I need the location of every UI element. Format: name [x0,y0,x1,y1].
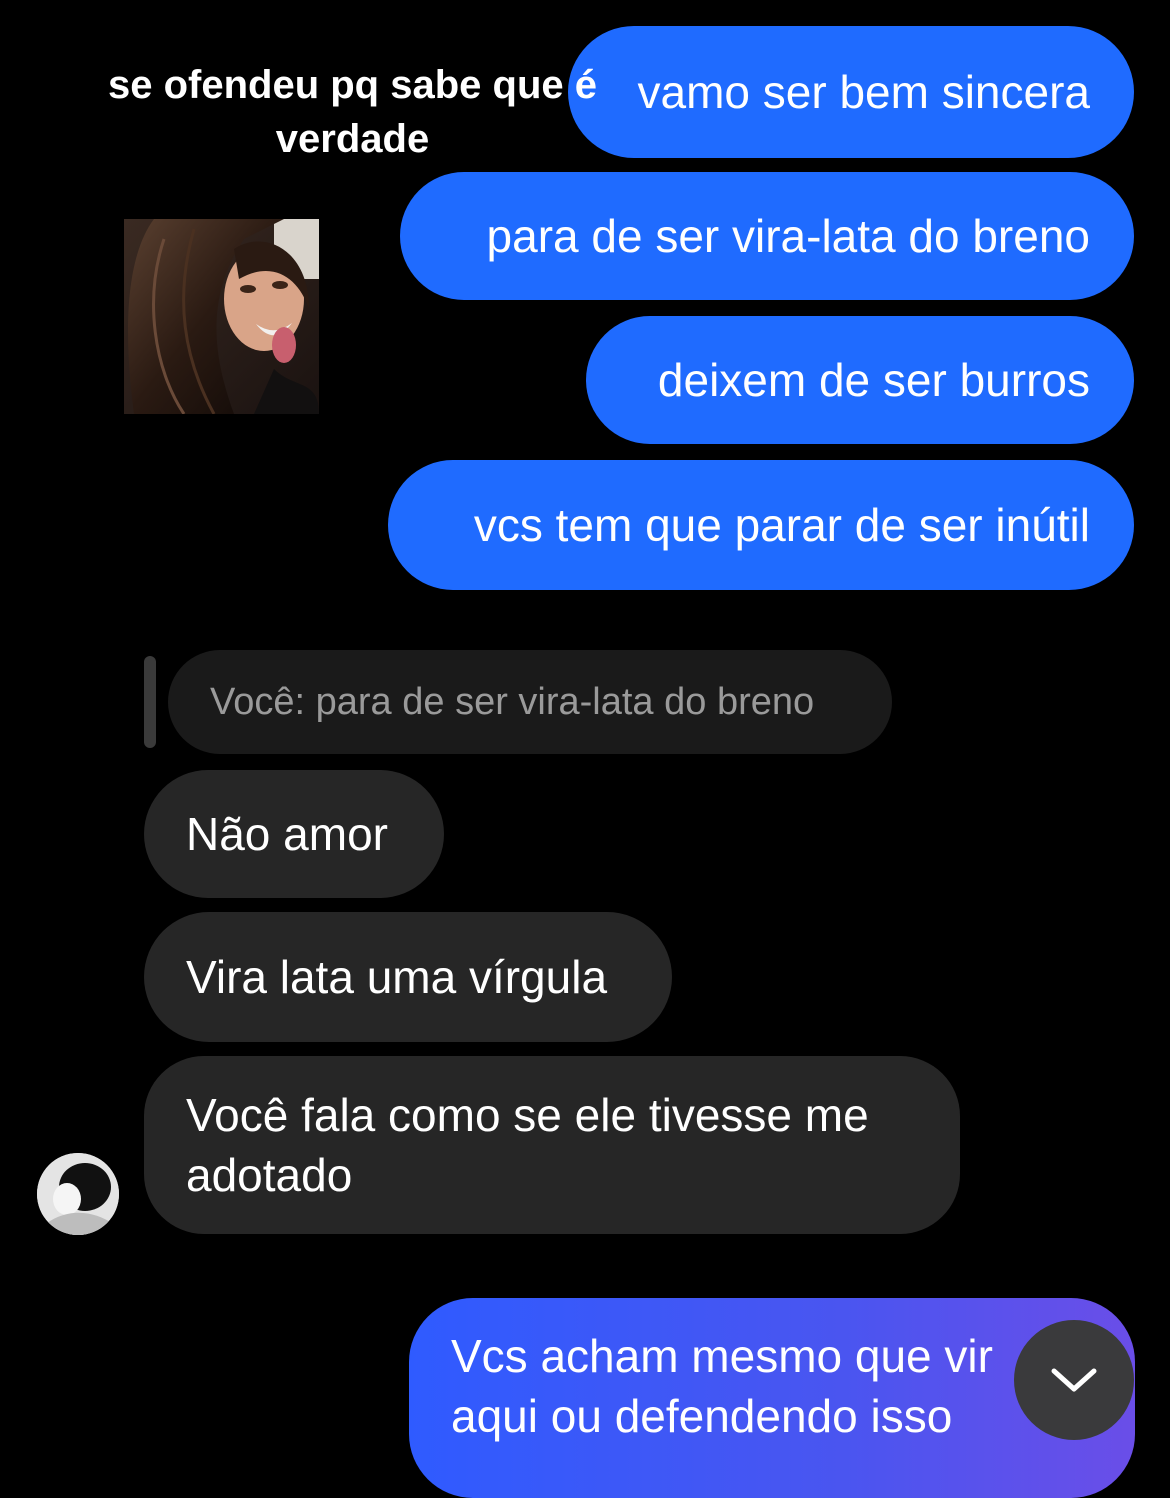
reply-quote-text: Você: para de ser vira-lata do breno [210,680,815,723]
sent-message-text: vcs tem que parar de ser inútil [473,499,1090,551]
sent-message[interactable]: vcs tem que parar de ser inútil [388,460,1134,590]
sent-message[interactable]: para de ser vira-lata do breno [400,172,1134,300]
sent-message-text: para de ser vira-lata do breno [486,210,1090,262]
received-message-text: Vira lata uma vírgula [186,951,608,1003]
video-caption: se ofendeu pq sabe que é verdade [107,63,597,161]
sent-message-text: Vcs acham mesmo que vir aqui ou defenden… [451,1330,993,1442]
sent-message[interactable]: deixem de ser burros [586,316,1134,444]
avatar-image [37,1153,119,1235]
received-message[interactable]: Você fala como se ele tivesse me adotado [144,1056,960,1234]
received-message-text: Não amor [186,808,388,860]
received-message[interactable]: Não amor [144,770,444,898]
sender-avatar[interactable] [37,1153,119,1235]
scroll-to-bottom-button[interactable] [1014,1320,1134,1440]
sent-message-text: deixem de ser burros [657,354,1090,406]
sent-message-text: vamo ser bem sincera [637,66,1091,118]
replied-message-quote[interactable]: Você: para de ser vira-lata do breno [168,650,892,754]
sticker-photo [124,219,319,414]
received-message-text: Você fala como se ele tivesse me adotado [186,1089,869,1201]
sent-message[interactable]: vamo ser bem sincera [568,26,1134,158]
received-message[interactable]: Vira lata uma vírgula [144,912,672,1042]
reply-indicator-bar [144,656,156,748]
portrait-image [124,219,319,414]
chevron-down-icon [1051,1368,1097,1392]
